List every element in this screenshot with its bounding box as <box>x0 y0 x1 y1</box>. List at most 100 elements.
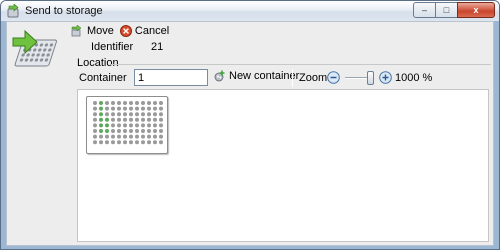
well-occupied[interactable] <box>99 106 103 111</box>
well-empty[interactable] <box>105 106 109 111</box>
well-empty[interactable] <box>147 117 151 122</box>
well-empty[interactable] <box>129 134 133 139</box>
well-empty[interactable] <box>159 123 163 128</box>
well-empty[interactable] <box>123 140 127 145</box>
well-empty[interactable] <box>117 129 121 133</box>
well-empty[interactable] <box>153 140 157 145</box>
well-empty[interactable] <box>147 134 151 139</box>
well-empty[interactable] <box>129 129 133 133</box>
well-empty[interactable] <box>159 140 163 145</box>
storage-plate[interactable] <box>86 96 168 154</box>
well-empty[interactable] <box>141 101 145 105</box>
well-empty[interactable] <box>153 101 157 105</box>
well-empty[interactable] <box>117 134 121 139</box>
well-empty[interactable] <box>135 140 139 145</box>
title-bar[interactable]: Send to storage – □ x <box>1 1 499 21</box>
well-empty[interactable] <box>147 106 151 111</box>
well-empty[interactable] <box>105 112 109 117</box>
zoom-slider[interactable] <box>343 70 377 86</box>
well-empty[interactable] <box>117 112 121 117</box>
well-empty[interactable] <box>123 117 127 122</box>
well-empty[interactable] <box>153 123 157 128</box>
well-empty[interactable] <box>147 140 151 145</box>
well-occupied[interactable] <box>99 129 103 133</box>
cancel-button[interactable]: Cancel <box>119 25 169 37</box>
well-empty[interactable] <box>129 117 133 122</box>
well-empty[interactable] <box>111 134 115 139</box>
well-empty[interactable] <box>111 129 115 133</box>
new-container-button[interactable]: New container <box>214 70 299 82</box>
well-empty[interactable] <box>129 106 133 111</box>
well-occupied[interactable] <box>99 117 103 122</box>
well-empty[interactable] <box>117 140 121 145</box>
well-occupied[interactable] <box>105 123 109 128</box>
well-empty[interactable] <box>159 134 163 139</box>
well-empty[interactable] <box>93 101 97 105</box>
well-occupied[interactable] <box>99 112 103 117</box>
well-empty[interactable] <box>117 123 121 128</box>
well-empty[interactable] <box>123 123 127 128</box>
well-empty[interactable] <box>153 129 157 133</box>
well-empty[interactable] <box>135 123 139 128</box>
well-empty[interactable] <box>93 117 97 122</box>
well-empty[interactable] <box>93 129 97 133</box>
well-empty[interactable] <box>141 117 145 122</box>
well-empty[interactable] <box>135 134 139 139</box>
container-view[interactable] <box>77 89 489 242</box>
well-empty[interactable] <box>117 117 121 122</box>
well-empty[interactable] <box>159 117 163 122</box>
well-empty[interactable] <box>147 101 151 105</box>
well-empty[interactable] <box>111 112 115 117</box>
well-empty[interactable] <box>111 140 115 145</box>
well-empty[interactable] <box>93 134 97 139</box>
well-empty[interactable] <box>147 123 151 128</box>
well-empty[interactable] <box>159 129 163 133</box>
well-empty[interactable] <box>99 134 103 139</box>
well-empty[interactable] <box>93 123 97 128</box>
well-occupied[interactable] <box>105 117 109 122</box>
well-empty[interactable] <box>135 101 139 105</box>
well-empty[interactable] <box>129 112 133 117</box>
minimize-button[interactable]: – <box>413 2 436 18</box>
well-empty[interactable] <box>135 117 139 122</box>
well-empty[interactable] <box>153 134 157 139</box>
well-empty[interactable] <box>111 117 115 122</box>
well-empty[interactable] <box>147 129 151 133</box>
well-empty[interactable] <box>99 140 103 145</box>
well-empty[interactable] <box>159 112 163 117</box>
well-empty[interactable] <box>135 112 139 117</box>
well-empty[interactable] <box>141 134 145 139</box>
well-empty[interactable] <box>105 140 109 145</box>
well-empty[interactable] <box>123 112 127 117</box>
well-empty[interactable] <box>141 112 145 117</box>
well-empty[interactable] <box>153 106 157 111</box>
well-empty[interactable] <box>123 101 127 105</box>
well-empty[interactable] <box>111 106 115 111</box>
container-input[interactable] <box>134 69 208 86</box>
move-button[interactable]: Move <box>71 25 114 37</box>
well-empty[interactable] <box>93 140 97 145</box>
well-empty[interactable] <box>141 140 145 145</box>
well-empty[interactable] <box>141 129 145 133</box>
well-empty[interactable] <box>111 101 115 105</box>
well-occupied[interactable] <box>99 101 103 105</box>
well-empty[interactable] <box>159 106 163 111</box>
well-empty[interactable] <box>123 129 127 133</box>
well-empty[interactable] <box>153 117 157 122</box>
well-occupied[interactable] <box>105 129 109 133</box>
well-empty[interactable] <box>123 106 127 111</box>
well-empty[interactable] <box>141 123 145 128</box>
well-empty[interactable] <box>159 101 163 105</box>
well-empty[interactable] <box>153 112 157 117</box>
well-empty[interactable] <box>111 123 115 128</box>
well-empty[interactable] <box>147 112 151 117</box>
well-empty[interactable] <box>93 106 97 111</box>
well-occupied[interactable] <box>99 123 103 128</box>
well-empty[interactable] <box>117 106 121 111</box>
well-empty[interactable] <box>129 101 133 105</box>
well-empty[interactable] <box>105 101 109 105</box>
well-empty[interactable] <box>117 101 121 105</box>
maximize-button[interactable]: □ <box>435 2 458 18</box>
well-empty[interactable] <box>93 112 97 117</box>
zoom-out-icon[interactable] <box>327 71 340 84</box>
